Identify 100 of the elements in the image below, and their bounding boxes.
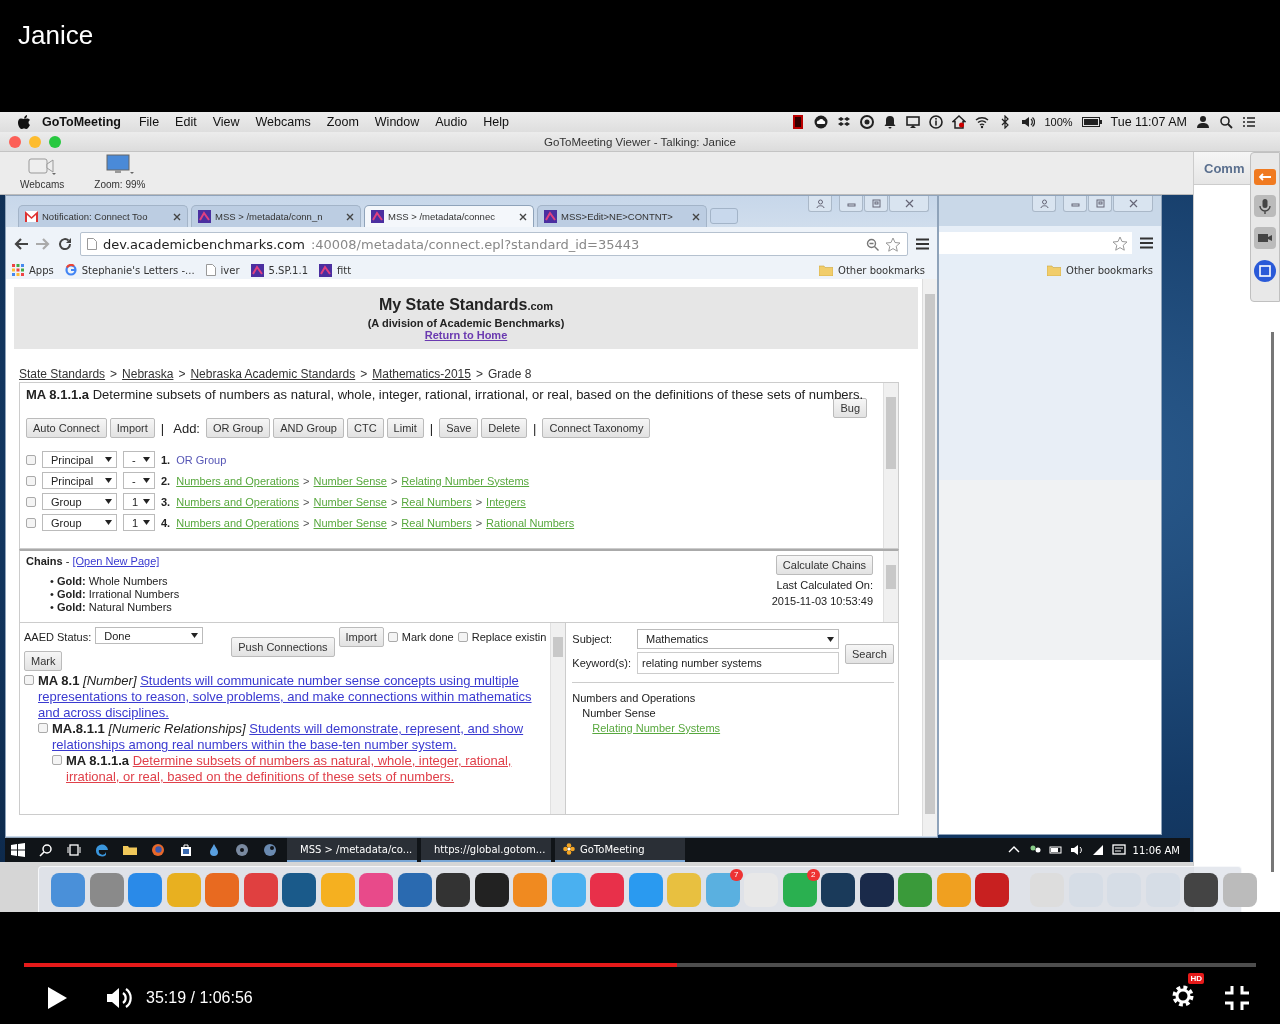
app-icon[interactable] [436,873,470,907]
bookmark-link[interactable]: Stephanie's Letters -... [81,264,195,276]
monitor-icon[interactable] [105,154,134,176]
calculate-chains-button[interactable]: Calculate Chains [775,555,873,575]
close-icon[interactable] [519,212,527,221]
action-button[interactable]: Import [109,418,155,438]
app-icon[interactable] [821,873,855,907]
firefox-icon[interactable] [151,843,165,857]
standard-entry[interactable]: MA.8.1.1 [Numeric Relationships] Students will demonstrate, represent, and show relationships among real numbers within the base-ten number system. [52,721,547,753]
push-connections-button[interactable]: Push Connections [231,637,335,657]
toolbar-label[interactable]: Zoom: 99% [94,179,146,190]
microphone-icon[interactable] [1254,195,1276,217]
checkbox[interactable] [457,632,468,642]
windows-logo-icon[interactable] [11,843,25,857]
menu-icon[interactable] [916,238,929,250]
keyword-field[interactable]: relating number systems [637,652,839,674]
profile-button[interactable] [1032,196,1056,212]
action-button[interactable]: Save [439,418,479,438]
group-link[interactable]: OR Group [176,453,227,466]
sync-icon[interactable] [860,115,875,129]
menu-item[interactable]: Audio [427,115,476,129]
scrollbar[interactable] [883,551,898,622]
taskbar-item[interactable]: MSS > /metadata/co... [287,838,417,862]
role-select[interactable]: Group [42,514,117,531]
menu-icon[interactable] [1140,237,1153,249]
browser-tab[interactable]: MSS>Edit>NE>CONTNT> [537,205,707,227]
search-icon[interactable] [39,843,53,857]
app-icon[interactable] [859,873,894,907]
close-icon[interactable] [692,212,700,221]
app-icon[interactable] [474,873,509,907]
browser-tab[interactable]: MSS > /metadata/connec [364,205,534,227]
close-button[interactable] [9,135,21,148]
checkbox[interactable] [26,475,36,486]
action-button[interactable]: AND Group [273,418,344,438]
notification-icon[interactable] [1111,843,1126,857]
camera-icon[interactable] [1254,227,1276,249]
user-icon[interactable] [1196,115,1210,129]
close-icon[interactable] [173,212,181,221]
action-button[interactable]: Limit [386,418,424,438]
progress-track[interactable] [24,963,1256,967]
other-bookmarks[interactable]: Other bookmarks [838,264,925,276]
role-select[interactable]: Principal [42,451,117,468]
checkbox[interactable] [26,517,36,528]
fullscreen-exit-icon[interactable] [1224,985,1250,1011]
bell-icon[interactable] [883,115,898,129]
weight-select[interactable]: 1 [123,493,155,510]
menu-item[interactable]: Zoom [318,115,367,129]
play-icon[interactable] [46,986,68,1010]
toolbar-label[interactable]: Webcams [20,179,65,190]
close-button[interactable] [889,196,929,212]
scrollbar[interactable] [922,279,937,836]
action-button[interactable]: Delete [481,418,528,438]
info-icon[interactable] [929,115,944,129]
scrollbar[interactable] [883,383,898,548]
settings-icon[interactable] [1170,983,1196,1009]
bookmark-link[interactable]: iver [220,264,240,276]
close-button[interactable] [1113,196,1153,212]
menu-item[interactable]: Webcams [247,115,319,129]
apple-icon[interactable] [18,115,30,129]
breadcrumb-link[interactable]: Nebraska Academic Standards [190,367,356,381]
volume-icon[interactable] [106,986,132,1010]
app-menu[interactable]: GoToMeeting [30,115,131,129]
menu-item[interactable]: Edit [167,115,205,129]
menu-item[interactable]: Window [366,115,428,129]
battery-icon[interactable] [1048,843,1063,857]
taskbar-item[interactable]: https://global.gotom... [421,838,551,862]
import-button[interactable]: Import [338,627,384,647]
folder-icon[interactable] [123,843,137,857]
bookmark-star-icon[interactable] [885,236,901,252]
bookmark-star-icon[interactable] [1112,235,1128,251]
search-icon[interactable] [1219,115,1233,129]
role-select[interactable]: Principal [42,472,117,489]
edge-icon[interactable] [95,843,109,857]
checkbox[interactable] [38,723,48,733]
cloud-icon[interactable] [814,115,829,129]
action-button[interactable]: Connect Taxonomy [542,418,651,438]
breadcrumb-link[interactable]: Mathematics-2015 [372,367,471,381]
checkbox[interactable] [26,496,36,507]
dropbox-icon[interactable] [837,115,852,129]
display-icon[interactable] [906,115,921,129]
task-view-icon[interactable] [67,843,81,857]
menu-item[interactable]: File [130,115,168,129]
address-bar[interactable]: dev.academicbenchmarks.com :40008/metadata/connect.epl?standard_id=35443 [80,232,908,256]
bug-button[interactable]: Bug [833,398,867,418]
action-button[interactable]: OR Group [206,418,271,438]
browser-tab[interactable]: Notification: Connect Too [18,205,188,227]
store-icon[interactable] [179,843,193,857]
taskbar-clock[interactable]: 11:06 AM [1132,844,1180,856]
scrollbar[interactable] [550,623,566,814]
reload-icon[interactable] [58,237,72,251]
back-icon[interactable] [14,238,28,250]
battery-icon[interactable] [1081,117,1102,127]
profile-button[interactable] [808,196,832,212]
film-icon[interactable] [791,115,806,129]
bookmark-link[interactable]: 5.SP.1.1 [268,264,308,276]
checkbox[interactable] [26,454,36,465]
browser-tab[interactable]: MSS > /metadata/conn_n [191,205,361,227]
close-icon[interactable] [346,212,354,221]
checkbox[interactable] [52,755,62,765]
zoom-icon[interactable] [866,237,879,251]
